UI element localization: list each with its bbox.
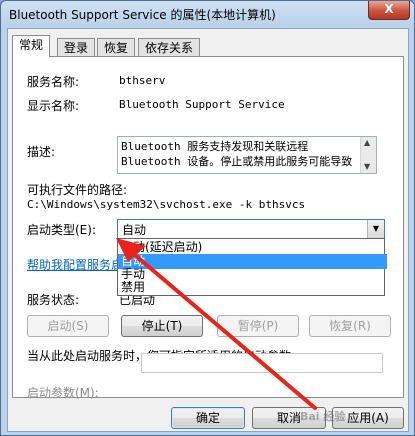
display-name-value: Bluetooth Support Service [119,98,285,111]
service-name-label: 服务名称: [27,75,80,89]
service-status-label: 服务状态: [27,293,80,307]
start-params-label: 启动参数(M): [27,386,99,400]
pause-button[interactable]: 暂停(P) [217,315,299,337]
start-params-input[interactable] [141,353,383,373]
description-box[interactable]: Bluetooth 服务支持发现和关联远程 Bluetooth 设备。停止或禁用… [117,136,377,174]
service-name-value: bthserv [119,74,166,87]
path-value: C:\Windows\system32\svchost.exe -k bthsv… [27,198,306,211]
startup-option-auto-delayed[interactable]: 自动(延迟启动) [118,240,387,255]
startup-type-label: 启动类型(E): [27,223,96,237]
startup-type-dropdown: 自动(延迟启动) 自动 手动 禁用 [117,238,387,296]
description-scrollbar[interactable]: ▲ ▼ [360,137,376,173]
properties-window: Bluetooth Support Service 的属性(本地计算机) X 常… [0,0,415,436]
scroll-up-icon[interactable]: ▲ [364,138,370,147]
path-label: 可执行文件的路径: [27,183,128,197]
tab-general[interactable]: 常规 [12,35,51,57]
chevron-down-icon[interactable]: ▼ [367,220,384,238]
tab-logon[interactable]: 登录 [57,38,96,57]
display-name-label: 显示名称: [27,99,80,113]
window-title: Bluetooth Support Service 的属性(本地计算机) [9,8,276,22]
stop-button[interactable]: 停止(T) [121,315,203,337]
ok-button[interactable]: 确定 [171,407,245,429]
startup-type-select[interactable]: 自动 ▼ [117,219,385,239]
general-tab-panel: 服务名称: bthserv 显示名称: Bluetooth Support Se… [12,56,404,400]
watermark: Bai 经验 [300,410,346,423]
startup-type-selected: 自动 [122,223,147,237]
tab-dependencies[interactable]: 依存关系 [138,38,201,57]
startup-option-disabled[interactable]: 禁用 [118,280,387,295]
close-button[interactable]: X [368,1,410,20]
tab-recovery[interactable]: 恢复 [97,38,136,57]
dialog-client-area: 常规 登录 恢复 依存关系 服务名称: bthserv 显示名称: Blueto… [7,28,409,432]
start-button[interactable]: 启动(S) [27,315,109,337]
resume-button[interactable]: 恢复(R) [309,315,391,337]
description-label: 描述: [27,145,56,159]
description-text: Bluetooth 服务支持发现和关联远程 Bluetooth 设备。停止或禁用… [121,140,353,168]
title-bar[interactable]: Bluetooth Support Service 的属性(本地计算机) X [1,1,414,27]
scroll-down-icon[interactable]: ▼ [364,162,370,171]
